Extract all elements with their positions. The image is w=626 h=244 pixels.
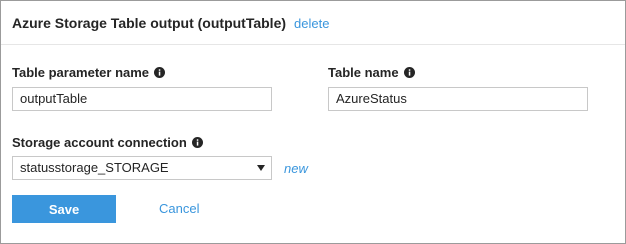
storage-account-connection-value: statusstorage_STORAGE	[20, 160, 169, 175]
storage-account-connection-label-text: Storage account connection	[12, 135, 187, 150]
table-name-input[interactable]: AzureStatus	[328, 87, 588, 111]
table-parameter-name-input[interactable]: outputTable	[12, 87, 272, 111]
panel-header: Azure Storage Table output (outputTable)…	[1, 1, 625, 45]
storage-table-output-panel: Azure Storage Table output (outputTable)…	[0, 0, 626, 244]
panel-title: Azure Storage Table output (outputTable)	[12, 15, 287, 31]
table-parameter-name-label: Table parameter name	[12, 65, 166, 80]
storage-account-connection-label: Storage account connection	[12, 135, 203, 150]
storage-account-connection-select[interactable]: statusstorage_STORAGE	[12, 156, 272, 180]
table-name-label: Table name	[328, 65, 415, 80]
table-name-label-text: Table name	[328, 65, 399, 80]
caret-down-icon	[257, 165, 265, 171]
new-connection-link[interactable]: new	[284, 161, 308, 176]
info-icon[interactable]	[191, 137, 203, 148]
save-button[interactable]: Save	[12, 195, 116, 223]
table-parameter-name-label-text: Table parameter name	[12, 65, 150, 80]
info-icon[interactable]	[154, 67, 166, 78]
delete-link[interactable]: delete	[294, 16, 329, 31]
info-icon[interactable]	[403, 67, 415, 78]
cancel-button[interactable]: Cancel	[159, 201, 199, 216]
